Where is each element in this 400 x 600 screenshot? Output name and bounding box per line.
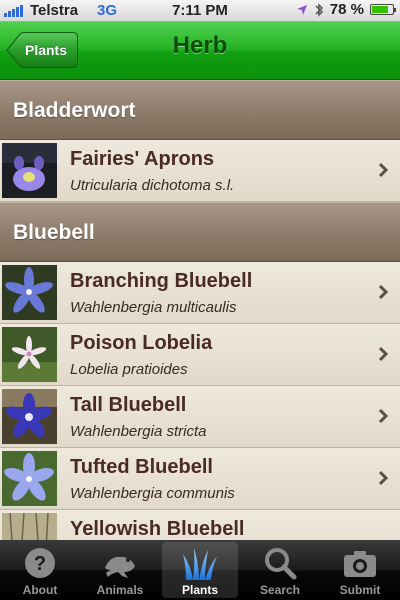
plant-thumbnail [2,265,57,320]
chevron-right-icon [378,162,388,178]
magnifier-icon [265,548,297,580]
plant-common-name: Tall Bluebell [70,394,187,416]
chevron-right-icon [378,284,388,300]
list-item[interactable]: Fairies' Aprons Utricularia dichotoma s.… [0,140,400,202]
section-header-bladderwort: Bladderwort [0,80,400,140]
plant-common-name: Branching Bluebell [70,270,253,292]
tab-submit[interactable]: Submit [320,540,400,600]
tab-label: Plants [181,583,218,597]
navigation-bar: Plants Herb [0,22,400,80]
plant-scientific-name: Wahlenbergia stricta [70,423,207,440]
plant-thumbnail [2,451,57,506]
plant-common-name: Tufted Bluebell [70,456,213,478]
grass-icon [183,548,217,580]
plant-common-name: Yellowish Bluebell [70,518,245,540]
camera-icon [344,551,376,577]
tab-plants[interactable]: Plants [160,540,240,600]
tab-bar: ? About Animals Plants Search Submit [0,540,400,600]
list-item[interactable]: Tall Bluebell Wahlenbergia stricta [0,386,400,448]
list-item[interactable]: Poison Lobelia Lobelia pratioides [0,324,400,386]
question-icon: ? [25,548,55,578]
carrier-name: Telstra [30,2,79,19]
plant-thumbnail [2,327,57,382]
page-title: Herb [172,32,228,59]
status-bar: Telstra 3G 7:11 PM 78 % [0,0,400,22]
chevron-right-icon [378,470,388,486]
battery-percent: 78 % [329,1,364,18]
frog-icon [105,556,135,578]
chevron-right-icon [378,346,388,362]
section-header-bluebell: Bluebell [0,202,400,262]
battery-icon [370,4,396,15]
plant-common-name: Fairies' Aprons [70,148,215,170]
tab-label: Submit [339,583,381,597]
battery-level [372,6,388,13]
plant-list[interactable]: Bladderwort Fairies' Aprons Utricularia … [0,80,400,540]
plant-scientific-name: Wahlenbergia communis [70,485,235,502]
bluetooth-icon [315,2,323,17]
tab-about[interactable]: ? About [0,540,80,600]
plant-thumbnail [2,389,57,444]
plant-thumbnail [2,513,57,540]
network-type: 3G [97,2,118,19]
location-arrow-icon [296,4,307,15]
tab-search[interactable]: Search [240,540,320,600]
list-item[interactable]: Tufted Bluebell Wahlenbergia communis [0,448,400,510]
plant-thumbnail [2,143,57,198]
plant-common-name: Poison Lobelia [70,332,213,354]
svg-text:?: ? [34,553,46,575]
tab-label: Search [259,583,301,597]
list-item[interactable]: Branching Bluebell Wahlenbergia multicau… [0,262,400,324]
list-item[interactable]: Yellowish Bluebell [0,510,400,540]
chevron-right-icon [378,408,388,424]
tab-animals[interactable]: Animals [80,540,160,600]
plant-scientific-name: Wahlenbergia multicaulis [70,299,237,316]
tab-label: Animals [96,583,144,597]
plant-scientific-name: Utricularia dichotoma s.l. [70,177,235,194]
tab-label: About [22,583,58,597]
plant-scientific-name: Lobelia pratioides [70,361,188,378]
signal-strength-icon [4,5,23,17]
